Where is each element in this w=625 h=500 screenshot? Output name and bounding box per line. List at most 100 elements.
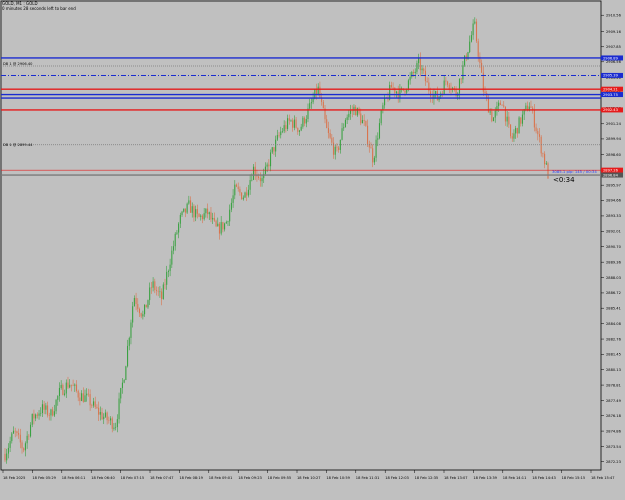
candle-body bbox=[511, 136, 513, 139]
candle-body bbox=[341, 128, 343, 140]
candle-body bbox=[101, 412, 103, 420]
x-tick-label: 18 Feb 14:43 bbox=[532, 476, 556, 480]
y-tick-label: 2872.23 bbox=[606, 460, 621, 464]
y-tick-label: 2881.45 bbox=[606, 353, 621, 357]
candle-body bbox=[244, 192, 246, 198]
level-label: DB 1 @ 2906.40 bbox=[3, 62, 33, 66]
x-tick-label: 18 Feb 06:40 bbox=[91, 476, 115, 480]
candle-body bbox=[135, 297, 137, 305]
candle-body bbox=[518, 117, 520, 134]
candle-body bbox=[72, 385, 74, 387]
x-tick-label: 18 Feb 08:19 bbox=[179, 476, 203, 480]
candle-body bbox=[224, 223, 226, 230]
y-tick-label: 2892.01 bbox=[606, 230, 621, 234]
y-tick-label: 2874.86 bbox=[606, 429, 622, 433]
candle-body bbox=[428, 82, 430, 92]
candle-body bbox=[106, 412, 108, 421]
y-tick-label: 2909.16 bbox=[606, 30, 622, 34]
candle-body bbox=[87, 393, 89, 395]
candle-body bbox=[217, 223, 219, 227]
candle-body bbox=[259, 177, 261, 182]
candle-body bbox=[351, 110, 353, 112]
candle-body bbox=[447, 81, 449, 85]
candle-body bbox=[252, 166, 255, 180]
candle-body bbox=[327, 127, 329, 134]
candle-body bbox=[544, 153, 546, 165]
y-tick-label: 2893.33 bbox=[606, 214, 621, 218]
candle-body bbox=[367, 125, 369, 144]
candle-body bbox=[145, 304, 147, 308]
candle-body bbox=[229, 209, 231, 222]
chart-window[interactable]: GOLD, M1 : GOLD 0 minutes 28 seconds lef… bbox=[0, 0, 625, 500]
candle-body bbox=[113, 427, 115, 429]
candle-body bbox=[205, 208, 207, 214]
y-tick-label: 2890.70 bbox=[606, 245, 622, 249]
candle-body bbox=[4, 453, 6, 461]
candle-body bbox=[210, 212, 212, 220]
candle-body bbox=[293, 119, 295, 128]
candle-body bbox=[533, 109, 535, 128]
candle-body bbox=[140, 313, 142, 317]
candle-body bbox=[225, 222, 227, 224]
candle-body bbox=[273, 147, 275, 152]
candle-body bbox=[416, 63, 418, 72]
candle-body bbox=[196, 209, 198, 214]
candle-body bbox=[414, 71, 416, 74]
candle-body bbox=[304, 117, 306, 124]
price-tag-label: 2897.26 bbox=[603, 168, 619, 172]
candle-body bbox=[423, 68, 425, 71]
candle-body bbox=[501, 104, 503, 106]
candle-body bbox=[295, 119, 297, 128]
candle-body bbox=[310, 102, 312, 104]
candle-body bbox=[65, 382, 67, 394]
price-chart[interactable]: 2910.562909.162907.852906.562905.202903.… bbox=[0, 0, 625, 500]
candle-body bbox=[142, 314, 144, 317]
candle-body bbox=[281, 131, 284, 132]
candle-body bbox=[361, 120, 364, 124]
candle-body bbox=[275, 139, 277, 152]
candle-body bbox=[50, 409, 52, 416]
y-tick-label: 2906.56 bbox=[606, 60, 622, 64]
candle-body bbox=[91, 405, 93, 406]
candle-body bbox=[421, 68, 423, 71]
candle-body bbox=[334, 146, 336, 155]
candle-body bbox=[179, 214, 181, 224]
candle-body bbox=[111, 418, 113, 429]
candle-body bbox=[392, 87, 394, 89]
candle-body bbox=[164, 284, 166, 286]
y-tick-label: 2899.94 bbox=[606, 137, 622, 141]
candle-body bbox=[235, 184, 238, 187]
candle-body bbox=[378, 123, 381, 139]
x-tick-label: 18 Feb 09:55 bbox=[268, 476, 292, 480]
candle-body bbox=[315, 89, 318, 95]
candle-body bbox=[215, 220, 217, 227]
candle-body bbox=[103, 416, 105, 420]
candle-body bbox=[191, 206, 193, 213]
candle-body bbox=[445, 80, 447, 82]
candle-body bbox=[24, 443, 26, 451]
candle-body bbox=[297, 127, 299, 132]
candle-body bbox=[48, 415, 50, 416]
candle-body bbox=[261, 178, 263, 182]
candle-body bbox=[218, 223, 221, 234]
candle-body bbox=[506, 116, 508, 122]
candle-body bbox=[33, 413, 35, 419]
candle-body bbox=[312, 98, 314, 103]
candle-body bbox=[443, 80, 445, 95]
candle-body bbox=[343, 127, 345, 129]
candle-body bbox=[28, 435, 30, 437]
y-tick-label: 2894.66 bbox=[606, 199, 622, 203]
candle-body bbox=[188, 200, 190, 204]
x-tick-label: 18 Feb 13:39 bbox=[473, 476, 497, 480]
candle-body bbox=[460, 78, 462, 80]
candle-body bbox=[133, 297, 135, 307]
candle-body bbox=[407, 80, 409, 90]
candle-body bbox=[322, 101, 324, 109]
candle-body bbox=[18, 433, 20, 435]
candle-body bbox=[412, 72, 415, 74]
candle-body bbox=[195, 209, 197, 218]
candle-body bbox=[545, 163, 547, 165]
candle-body bbox=[380, 110, 382, 124]
candle-body bbox=[227, 221, 229, 223]
candle-body bbox=[67, 382, 69, 388]
